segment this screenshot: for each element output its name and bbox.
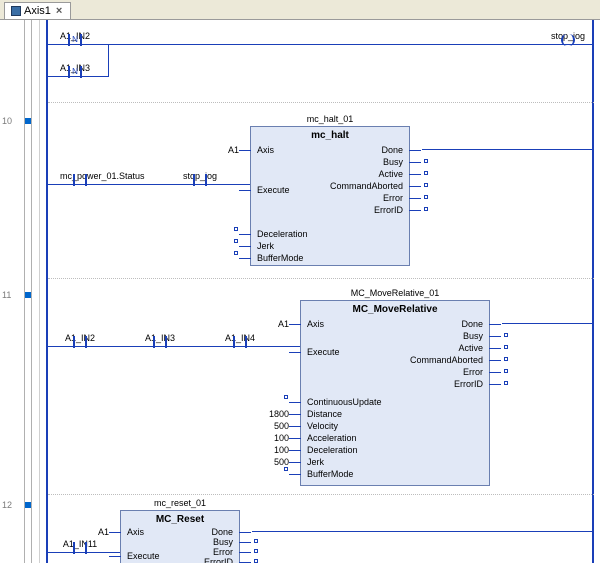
tab-title: Axis1 <box>24 5 51 17</box>
port-stub <box>284 467 288 471</box>
contact-mc-power-status[interactable]: mc_power_01.Status <box>60 178 100 193</box>
fb-port-busy: Busy <box>463 331 483 341</box>
port-stub <box>424 159 428 163</box>
rung-marker <box>25 292 31 298</box>
rung-number-12: 12 <box>2 500 12 510</box>
fb-port-decel: Deceleration <box>257 229 308 239</box>
rung-number-10: 10 <box>2 116 12 126</box>
wire <box>422 149 594 150</box>
fb-port-busy: Busy <box>213 537 233 547</box>
port-stub <box>504 333 508 337</box>
fb-mc-halt[interactable]: mc_halt_01 mc_halt A1 Axis Execute Decel… <box>250 126 410 266</box>
rung-divider <box>48 278 594 279</box>
fb-port-accel: 100Acceleration <box>307 433 357 443</box>
port-stub <box>254 549 258 553</box>
coil-stop-jog[interactable]: stop_jog <box>548 38 588 53</box>
contact-a1-in2-b[interactable]: A1_IN2 <box>60 340 100 355</box>
rung-marker <box>25 118 31 124</box>
fb-port-axis: A1 Axis <box>307 319 324 329</box>
fb-port-active: Active <box>378 169 403 179</box>
port-stub <box>504 357 508 361</box>
port-stub <box>234 227 238 231</box>
fb-instance-name: mc_halt_01 <box>251 114 409 124</box>
tab-axis1[interactable]: Axis1 × <box>4 2 71 19</box>
port-stub <box>254 539 258 543</box>
fb-port-velocity: 500Velocity <box>307 421 338 431</box>
fb-port-cmdabort: CommandAborted <box>410 355 483 365</box>
fb-port-errorid: ErrorID <box>204 557 233 563</box>
tab-bar: Axis1 × <box>0 0 600 20</box>
port-stub <box>424 195 428 199</box>
contact-a1-in3[interactable]: A1_IN3 N <box>55 70 95 85</box>
contact-a1-in2[interactable]: A1_IN2 N <box>55 38 95 53</box>
fb-port-done: Done <box>381 145 403 155</box>
contact-a1-in3-b[interactable]: A1_IN3 <box>140 340 180 355</box>
port-stub <box>424 171 428 175</box>
wire <box>48 44 594 45</box>
rung-divider <box>48 102 594 103</box>
fb-port-execute: Execute <box>127 551 160 561</box>
fb-port-error: Error <box>383 193 403 203</box>
ladder-editor[interactable]: 10 11 12 A1_IN2 N A1_IN3 N stop_jog mc_p… <box>0 20 600 563</box>
fb-port-buffermode: BufferMode <box>307 469 353 479</box>
fb-port-buffermode: BufferMode <box>257 253 303 263</box>
port-stub <box>284 395 288 399</box>
fb-port-cmdabort: CommandAborted <box>330 181 403 191</box>
fb-port-errorid: ErrorID <box>454 379 483 389</box>
fb-port-execute: Execute <box>257 185 290 195</box>
edge-icon: N <box>70 67 80 76</box>
port-stub <box>504 369 508 373</box>
fb-port-execute: Execute <box>307 347 340 357</box>
contact-a1-in11[interactable]: A1_IN11 <box>60 546 100 561</box>
rung-number-11: 11 <box>2 290 11 300</box>
fb-port-error: Error <box>213 547 233 557</box>
fb-port-jerk: Jerk <box>257 241 274 251</box>
contact-stop-jog[interactable]: stop_jog <box>180 178 220 193</box>
fb-port-busy: Busy <box>383 157 403 167</box>
fb-type-name: MC_MoveRelative <box>301 304 489 315</box>
wire <box>108 44 109 77</box>
edge-icon: N <box>70 35 80 44</box>
fb-mc-moverelative[interactable]: MC_MoveRelative_01 MC_MoveRelative A1 Ax… <box>300 300 490 486</box>
fb-instance-name: mc_reset_01 <box>121 498 239 508</box>
fb-port-error: Error <box>463 367 483 377</box>
fb-port-axis: A1 Axis <box>257 145 274 155</box>
tab-close-icon[interactable]: × <box>54 5 64 17</box>
fb-port-jerk: 500Jerk <box>307 457 324 467</box>
port-stub <box>504 345 508 349</box>
port-stub <box>254 559 258 563</box>
fb-port-errorid: ErrorID <box>374 205 403 215</box>
fb-port-axis: A1 Axis <box>127 527 144 537</box>
fb-port-distance: 1800Distance <box>307 409 342 419</box>
rung-marker <box>25 502 31 508</box>
fb-port-decel: 100Deceleration <box>307 445 358 455</box>
port-stub <box>424 183 428 187</box>
fb-port-done: Done <box>461 319 483 329</box>
port-stub <box>234 239 238 243</box>
fb-instance-name: MC_MoveRelative_01 <box>301 288 489 298</box>
wire <box>502 323 594 324</box>
rung-divider <box>48 494 594 495</box>
contact-a1-in4[interactable]: A1_IN4 <box>220 340 260 355</box>
fb-port-contupdate: ContinuousUpdate <box>307 397 382 407</box>
wire <box>252 531 594 532</box>
tab-icon <box>11 6 21 16</box>
fb-mc-reset[interactable]: mc_reset_01 MC_Reset A1 Axis Execute Don… <box>120 510 240 563</box>
fb-port-done: Done <box>211 527 233 537</box>
fb-type-name: MC_Reset <box>121 514 239 525</box>
port-stub <box>504 381 508 385</box>
fb-port-active: Active <box>458 343 483 353</box>
port-stub <box>424 207 428 211</box>
fb-type-name: mc_halt <box>251 130 409 141</box>
port-stub <box>234 251 238 255</box>
